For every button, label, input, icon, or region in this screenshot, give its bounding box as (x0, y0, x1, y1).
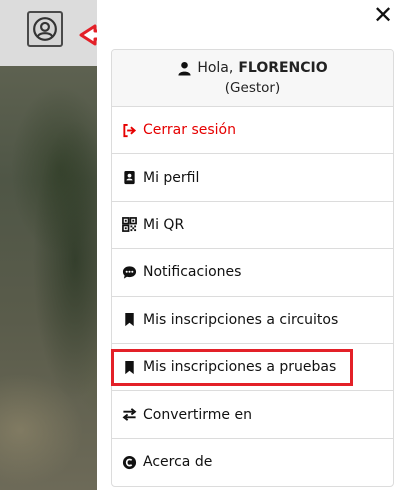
user-circle-icon (33, 17, 57, 41)
menu-item-label: Convertirme en (143, 406, 252, 423)
menu-item-label: Cerrar sesión (143, 122, 236, 139)
bookmark-icon (125, 360, 134, 374)
qr-code-icon (122, 217, 137, 233)
greeting-prefix: Hola, (197, 60, 234, 76)
menu-item-notifications[interactable]: Notificaciones (112, 249, 393, 297)
close-icon: ✕ (372, 1, 394, 29)
menu-item-test-registrations[interactable]: Mis inscripciones a pruebas (112, 344, 393, 392)
user-offcanvas-panel: ✕ Hola, FLORENCIO (Gestor) Cerrar sesión (97, 0, 405, 490)
logout-icon (123, 123, 137, 137)
menu-item-convert[interactable]: Convertirme en (112, 391, 393, 439)
comment-dots-icon (122, 266, 137, 279)
menu-item-label: Acerca de (143, 454, 213, 471)
user-role: (Gestor) (224, 80, 281, 96)
menu-item-about[interactable]: Acerca de (112, 439, 393, 486)
menu-item-logout[interactable]: Cerrar sesión (112, 107, 393, 155)
user-greeting: Hola, FLORENCIO (Gestor) (112, 50, 393, 107)
user-icon (178, 61, 191, 76)
menu-item-circuit-registrations[interactable]: Mis inscripciones a circuitos (112, 297, 393, 344)
menu-item-label: Notificaciones (143, 264, 242, 281)
menu-item-profile[interactable]: Mi perfil (112, 154, 393, 202)
menu-item-qr[interactable]: Mi QR (112, 202, 393, 250)
close-button[interactable]: ✕ (371, 1, 395, 29)
exchange-icon (122, 408, 137, 421)
id-card-icon (124, 171, 135, 185)
menu-item-label: Mis inscripciones a circuitos (143, 311, 339, 328)
menu-item-label: Mi perfil (143, 169, 200, 186)
user-menu-toggle-button[interactable] (27, 11, 63, 47)
bookmark-icon (125, 313, 134, 327)
user-menu: Hola, FLORENCIO (Gestor) Cerrar sesión M… (111, 49, 394, 488)
user-name: FLORENCIO (238, 60, 328, 76)
menu-item-label: Mis inscripciones a pruebas (143, 359, 337, 376)
menu-item-label: Mi QR (143, 216, 185, 233)
copyright-icon (122, 455, 137, 469)
